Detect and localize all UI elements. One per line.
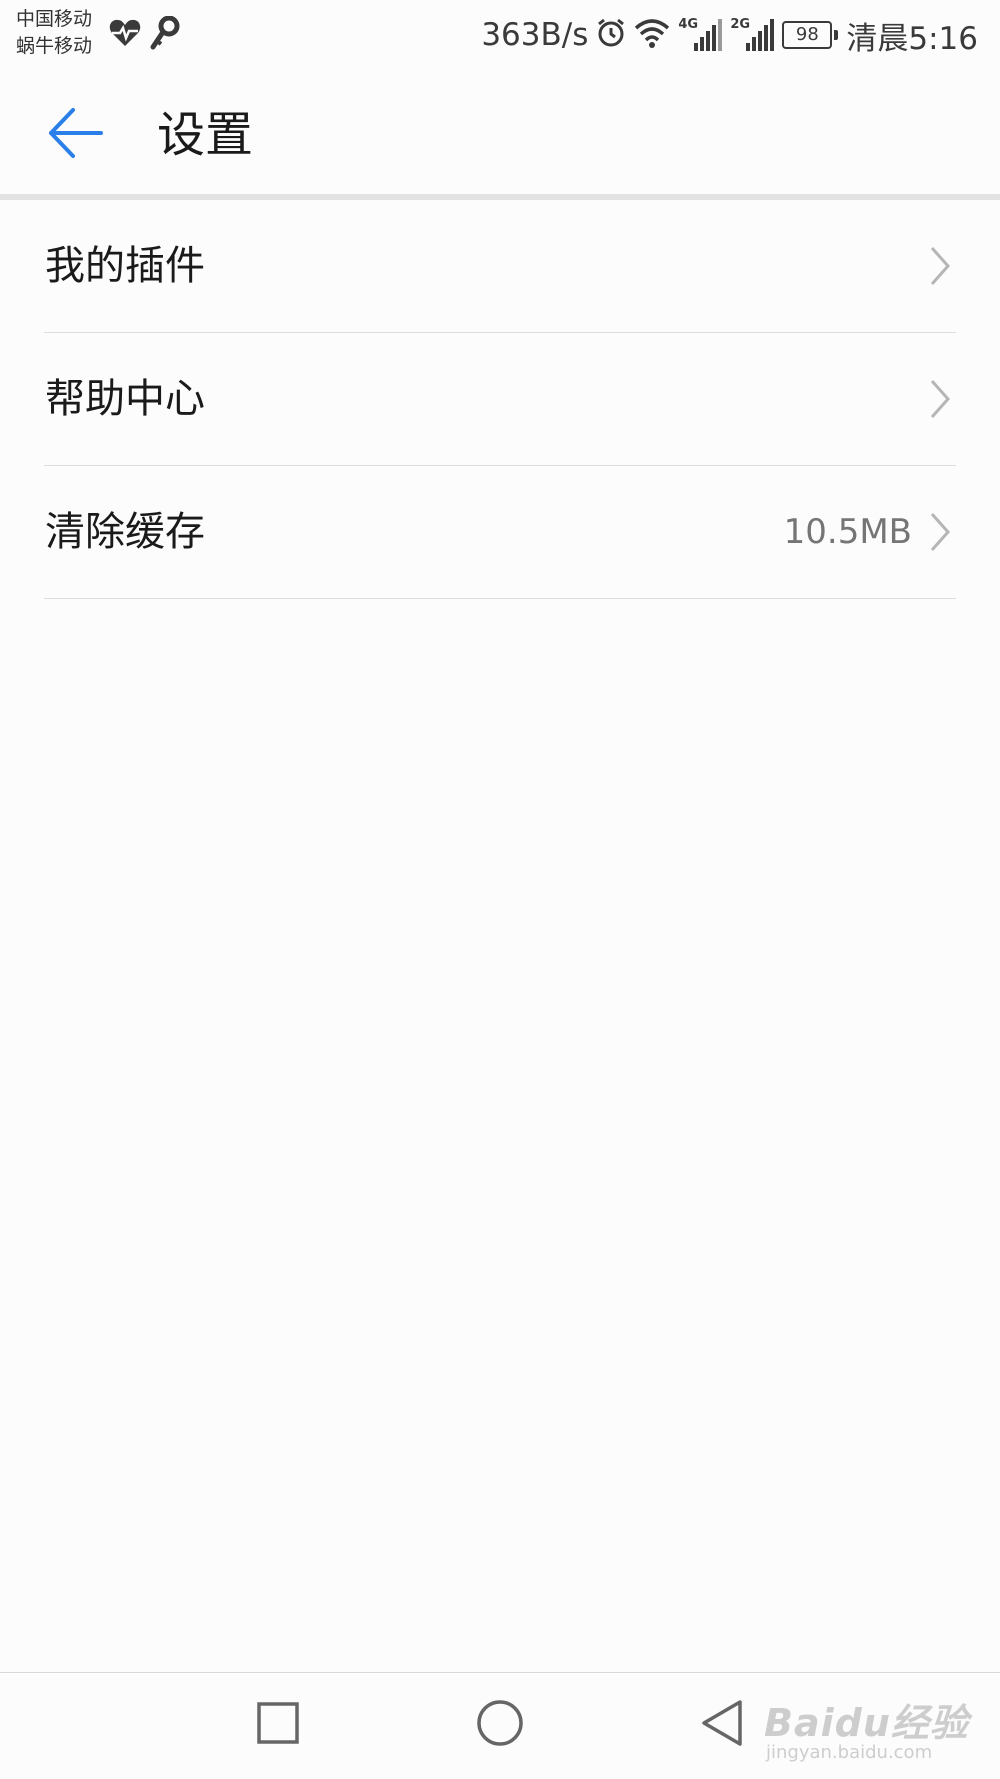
heart-rate-icon [108,18,142,52]
arrow-left-icon [47,107,103,163]
status-bar: 中国移动 蜗牛移动 363B/s 4G 2G 98 清晨5:16 [0,0,1000,70]
back-button[interactable] [40,100,110,170]
chevron-right-icon [928,379,952,419]
baidu-jingyan-watermark: Baidu经验 jingyan.baidu.com [748,1674,968,1770]
page-title: 设置 [157,107,254,163]
setting-row-my-plugins[interactable]: 我的插件 [44,200,956,333]
network-speed: 363B/s [481,17,589,53]
signal-icon: 4G [678,17,723,51]
carrier-2: 蜗牛移动 [16,35,93,57]
settings-list: 我的插件 帮助中心 清除缓存 10.5MB [0,200,1000,599]
wifi-icon [634,18,670,52]
status-right: 363B/s 4G 2G 98 清晨5:16 [481,10,978,60]
recent-apps-button[interactable] [248,1695,308,1755]
cache-size-value: 10.5MB [783,512,912,552]
status-notification-icons [108,15,180,54]
signal-icon: 2G [730,17,775,51]
signal-1-tag: 4G [678,17,699,32]
watermark-main: Baidu经验 [764,1701,969,1745]
signal-2-tag: 2G [730,17,751,32]
setting-label: 帮助中心 [45,376,205,422]
setting-row-help-center[interactable]: 帮助中心 [44,333,956,466]
triangle-back-icon [700,1699,744,1751]
key-icon [150,15,180,54]
clock: 清晨5:16 [846,20,978,57]
system-back-button[interactable] [692,1695,752,1755]
battery-level: 98 [782,21,833,49]
home-button[interactable] [470,1695,530,1755]
setting-row-clear-cache[interactable]: 清除缓存 10.5MB [44,466,956,599]
app-bar: 设置 [0,70,1000,196]
battery-icon: 98 [782,21,839,49]
setting-label: 我的插件 [45,243,205,289]
square-icon [256,1701,300,1749]
chevron-right-icon [928,246,952,286]
carrier-names: 中国移动 蜗牛移动 [16,6,92,60]
alarm-icon [596,18,626,52]
chevron-right-icon [928,512,952,552]
setting-label: 清除缓存 [45,509,205,555]
watermark-sub: jingyan.baidu.com [766,1742,933,1763]
circle-icon [476,1699,524,1751]
carrier-1: 中国移动 [16,8,93,30]
